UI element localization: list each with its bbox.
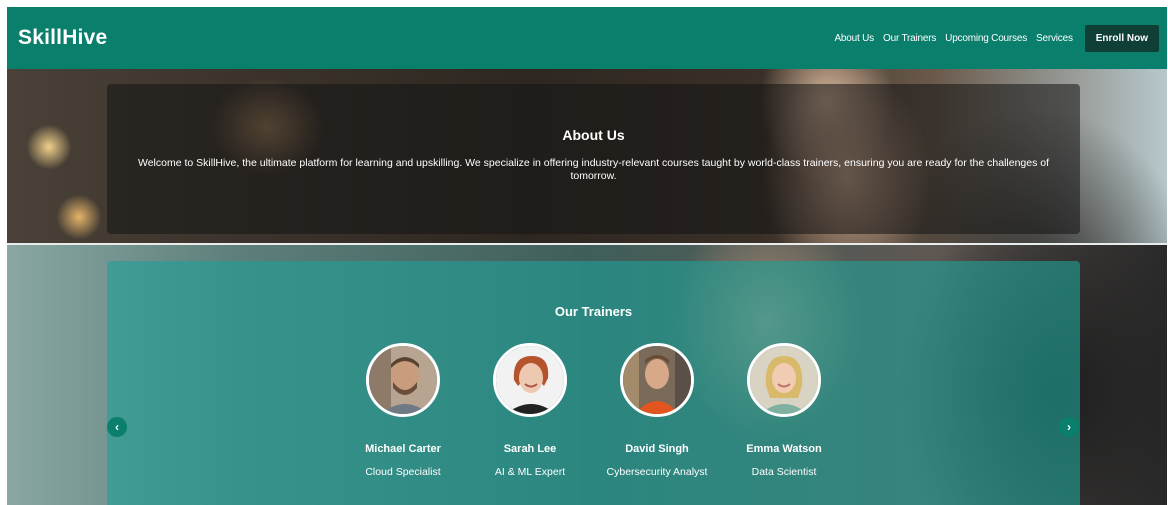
- about-section: About Us Welcome to SkillHive, the ultim…: [107, 84, 1080, 234]
- about-text: Welcome to SkillHive, the ultimate platf…: [137, 157, 1050, 182]
- trainer-role: Cybersecurity Analyst: [606, 466, 708, 478]
- chevron-left-icon[interactable]: ‹: [107, 417, 127, 437]
- chevron-right-icon[interactable]: ›: [1059, 417, 1079, 437]
- trainer-name: Sarah Lee: [503, 443, 557, 455]
- trainer-role: AI & ML Expert: [494, 466, 566, 478]
- nav-link-courses[interactable]: Upcoming Courses: [945, 33, 1027, 44]
- trainer-name: Michael Carter: [365, 443, 441, 455]
- trainers-title: Our Trainers: [554, 304, 633, 319]
- trainer-avatar-emma: [747, 343, 821, 417]
- trainer-role: Data Scientist: [751, 466, 817, 478]
- page-frame: SkillHive About Us Our Trainers Upcoming…: [7, 7, 1167, 505]
- enroll-now-button[interactable]: Enroll Now: [1084, 24, 1159, 52]
- trainer-card[interactable]: Emma Watson Data Scientist: [729, 343, 839, 479]
- brand-logo[interactable]: SkillHive: [18, 26, 107, 50]
- trainer-name: Emma Watson: [746, 443, 822, 455]
- section-divider: [7, 243, 1167, 245]
- trainer-avatar-sarah: [493, 343, 567, 417]
- trainer-card[interactable]: Michael Carter Cloud Specialist: [348, 343, 458, 479]
- trainer-card[interactable]: Sarah Lee AI & ML Expert: [475, 343, 585, 479]
- nav-link-about[interactable]: About Us: [834, 33, 874, 44]
- trainer-role: Cloud Specialist: [365, 466, 441, 478]
- about-title: About Us: [562, 127, 625, 143]
- trainer-card[interactable]: David Singh Cybersecurity Analyst: [602, 343, 712, 479]
- nav-links: About Us Our Trainers Upcoming Courses S…: [834, 24, 1159, 52]
- trainer-name: David Singh: [625, 443, 689, 455]
- top-navbar: SkillHive About Us Our Trainers Upcoming…: [7, 7, 1167, 69]
- nav-link-trainers[interactable]: Our Trainers: [883, 33, 936, 44]
- trainer-avatar-david: [620, 343, 694, 417]
- trainer-avatar-michael: [366, 343, 440, 417]
- trainers-section: Our Trainers Michael Carter Cloud Specia…: [107, 261, 1080, 505]
- nav-link-services[interactable]: Services: [1036, 33, 1073, 44]
